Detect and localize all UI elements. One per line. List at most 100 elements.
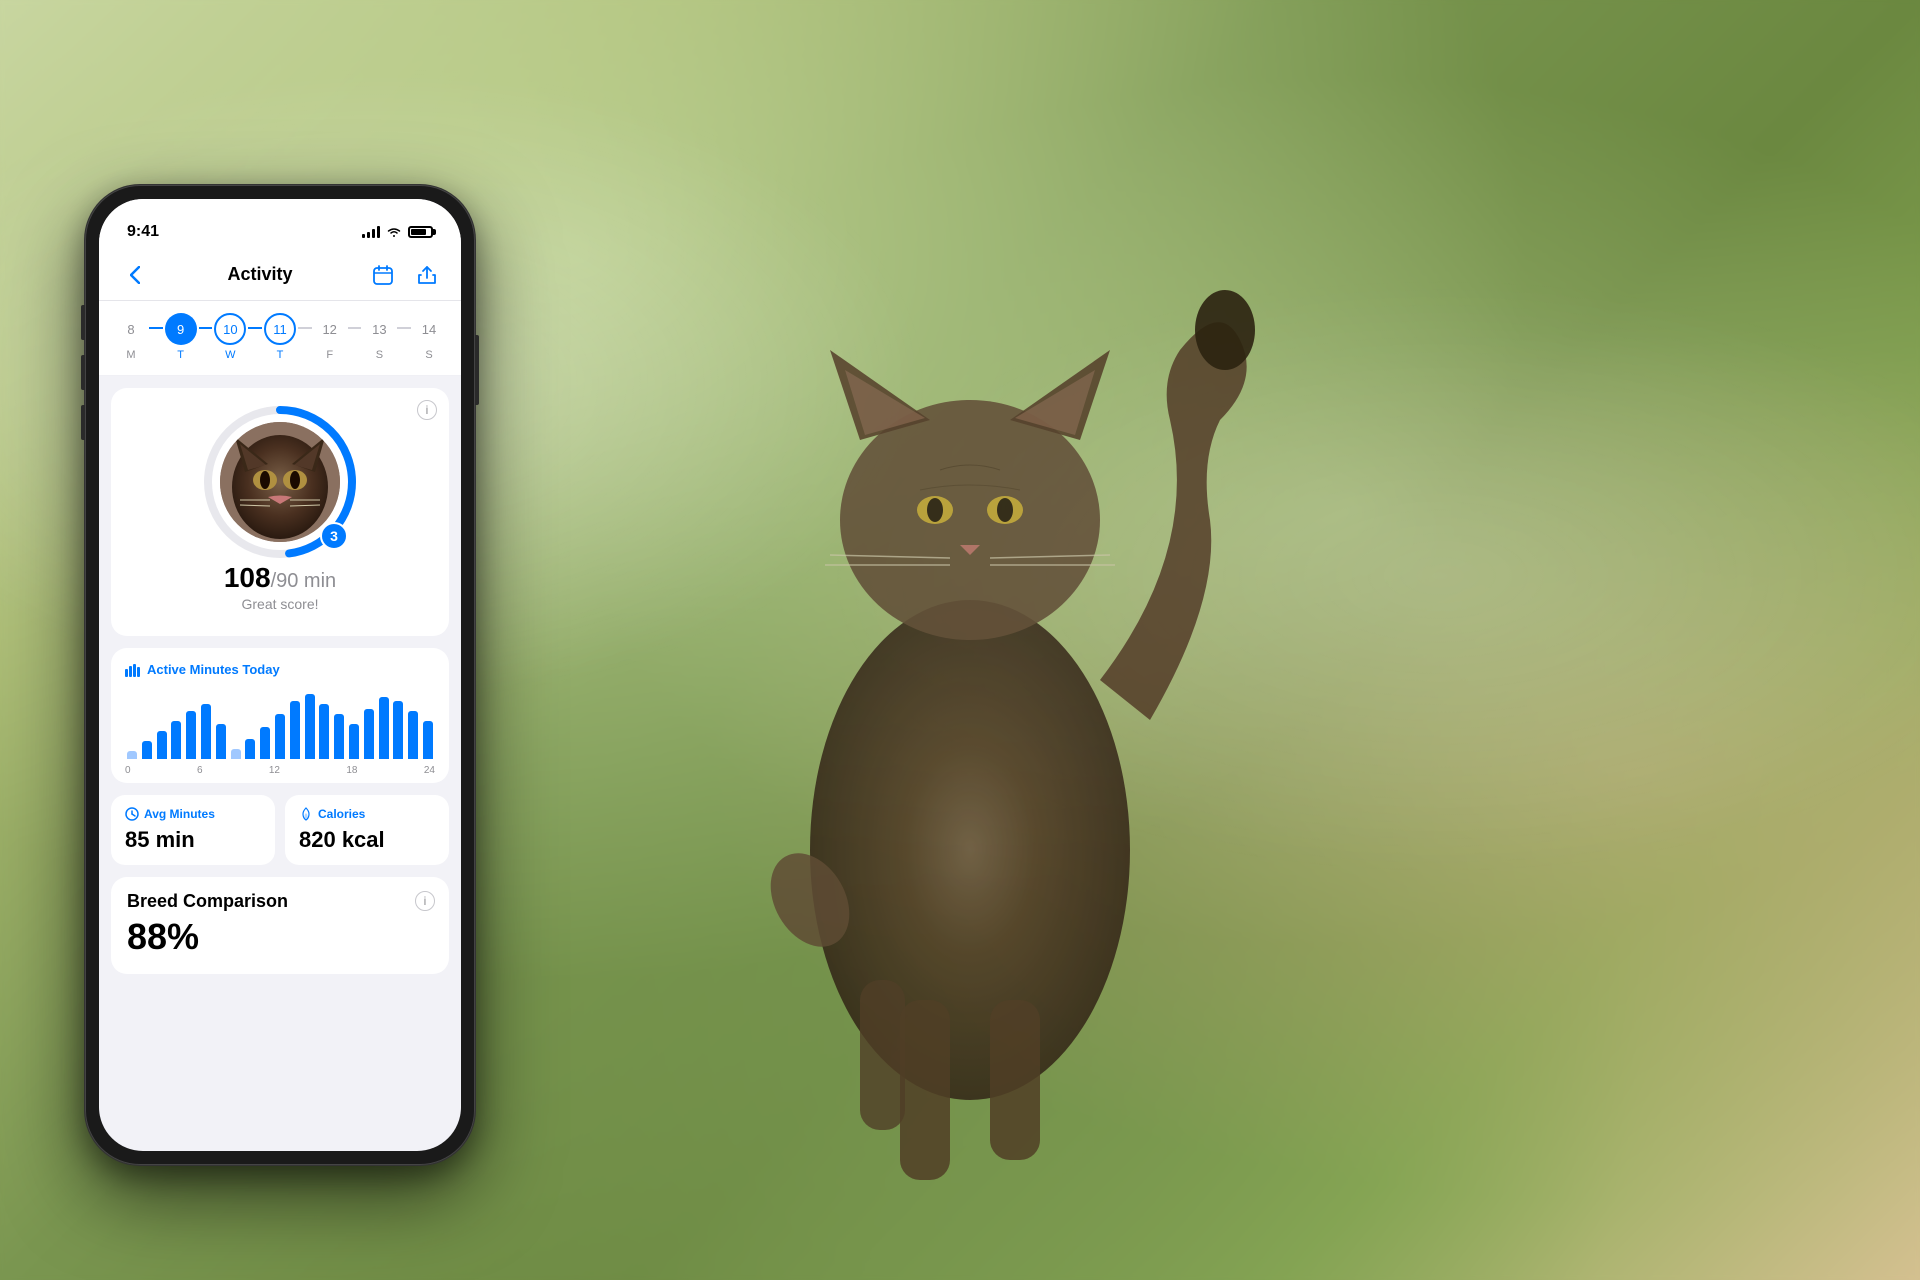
bar-1	[142, 741, 152, 759]
date-selector: 8 M 9 T 10 W	[99, 301, 461, 376]
bar-16	[364, 709, 374, 759]
bar-12	[305, 694, 315, 759]
battery-fill	[411, 229, 426, 235]
bar-17	[379, 697, 389, 759]
stat-avg-minutes-title: Avg Minutes	[125, 807, 261, 821]
chart-area: 0 6 12 18 24	[125, 689, 435, 769]
bar-4	[186, 711, 196, 759]
chart-title: Active Minutes Today	[125, 662, 435, 677]
chart-bars	[125, 689, 435, 759]
clock-icon	[125, 807, 139, 821]
nav-title: Activity	[227, 264, 292, 285]
date-circle-9: 9	[165, 313, 197, 345]
score-card: i	[111, 388, 449, 636]
back-icon	[130, 266, 140, 284]
calendar-icon	[372, 264, 394, 286]
date-label-9: T	[177, 349, 184, 361]
status-icons	[362, 226, 433, 238]
bar-2	[157, 731, 167, 759]
date-circle-10: 10	[214, 313, 246, 345]
phone-device: 9:41	[85, 185, 475, 1165]
date-item-8[interactable]: 8 M	[115, 313, 147, 361]
content-area: i	[99, 376, 461, 986]
date-circle-12: 12	[314, 313, 346, 345]
bar-5	[201, 704, 211, 759]
date-connector-5	[348, 327, 362, 329]
date-label-14: S	[425, 349, 432, 361]
date-item-10[interactable]: 10 W	[214, 313, 246, 361]
signal-icon	[362, 226, 380, 238]
back-button[interactable]	[119, 259, 151, 291]
nav-bar: Activity	[99, 249, 461, 301]
score-value: 108/90 min	[224, 562, 336, 594]
phone-screen: 9:41	[99, 199, 461, 1151]
breed-comparison-card: Breed Comparison 88% i	[111, 877, 449, 974]
flame-icon	[299, 807, 313, 821]
chart-card: Active Minutes Today	[111, 648, 449, 783]
chart-x-labels: 0 6 12 18 24	[125, 761, 435, 776]
phone-frame: 9:41	[85, 185, 475, 1165]
date-connector-6	[397, 327, 411, 329]
stat-card-calories: Calories 820 kcal	[285, 795, 449, 865]
calendar-button[interactable]	[369, 261, 397, 289]
date-circle-14: 14	[413, 313, 445, 345]
bar-3	[171, 721, 181, 759]
avatar-cat-face	[220, 422, 340, 542]
score-label: Great score!	[241, 596, 318, 612]
score-badge: 3	[320, 522, 348, 550]
x-label-24: 24	[424, 765, 435, 776]
signal-bar-2	[367, 232, 370, 238]
date-label-8: M	[126, 349, 135, 361]
signal-bar-3	[372, 229, 375, 238]
battery-icon	[408, 226, 433, 238]
bar-0	[127, 751, 137, 759]
breed-comparison-title: Breed Comparison	[127, 891, 433, 912]
stat-avg-minutes-value: 85 min	[125, 827, 261, 853]
info-button-breed[interactable]: i	[415, 891, 435, 911]
score-center: 3 108/90 min Great score!	[127, 404, 433, 620]
date-item-11[interactable]: 11 T	[264, 313, 296, 361]
stat-avg-minutes-label: Avg Minutes	[144, 807, 215, 821]
date-circle-8: 8	[115, 313, 147, 345]
stat-calories-label: Calories	[318, 807, 365, 821]
status-bar: 9:41	[99, 199, 461, 249]
share-icon	[416, 264, 438, 286]
stat-calories-title: Calories	[299, 807, 435, 821]
date-item-14[interactable]: 14 S	[413, 313, 445, 361]
date-label-13: S	[376, 349, 383, 361]
signal-bar-1	[362, 234, 365, 238]
avatar	[220, 422, 340, 542]
date-item-9[interactable]: 9 T	[165, 313, 197, 361]
date-label-12: F	[326, 349, 333, 361]
bar-15	[349, 724, 359, 759]
score-current: 108	[224, 562, 271, 593]
bar-20	[423, 721, 433, 759]
share-button[interactable]	[413, 261, 441, 289]
wifi-icon	[386, 226, 402, 238]
score-goal: /90 min	[271, 570, 337, 592]
date-label-11: T	[277, 349, 284, 361]
status-time: 9:41	[127, 223, 159, 241]
bar-14	[334, 714, 344, 759]
date-circle-11: 11	[264, 313, 296, 345]
x-label-18: 18	[346, 765, 357, 776]
info-button-score[interactable]: i	[417, 400, 437, 420]
date-item-12[interactable]: 12 F	[314, 313, 346, 361]
bar-19	[408, 711, 418, 759]
date-item-13[interactable]: 13 S	[363, 313, 395, 361]
stat-calories-value: 820 kcal	[299, 827, 435, 853]
cat-silhouette	[520, 0, 1420, 1280]
stat-card-avg-minutes: Avg Minutes 85 min	[111, 795, 275, 865]
bar-7	[231, 749, 241, 759]
bar-10	[275, 714, 285, 759]
bar-chart-icon	[125, 663, 141, 677]
date-connector-3	[248, 327, 262, 329]
breed-percentage: 88%	[127, 916, 433, 958]
date-connector-2	[199, 327, 213, 329]
bar-11	[290, 701, 300, 759]
x-label-6: 6	[197, 765, 203, 776]
date-label-10: W	[225, 349, 235, 361]
bar-9	[260, 727, 270, 759]
avatar-container: 3	[210, 412, 350, 552]
date-circle-13: 13	[363, 313, 395, 345]
